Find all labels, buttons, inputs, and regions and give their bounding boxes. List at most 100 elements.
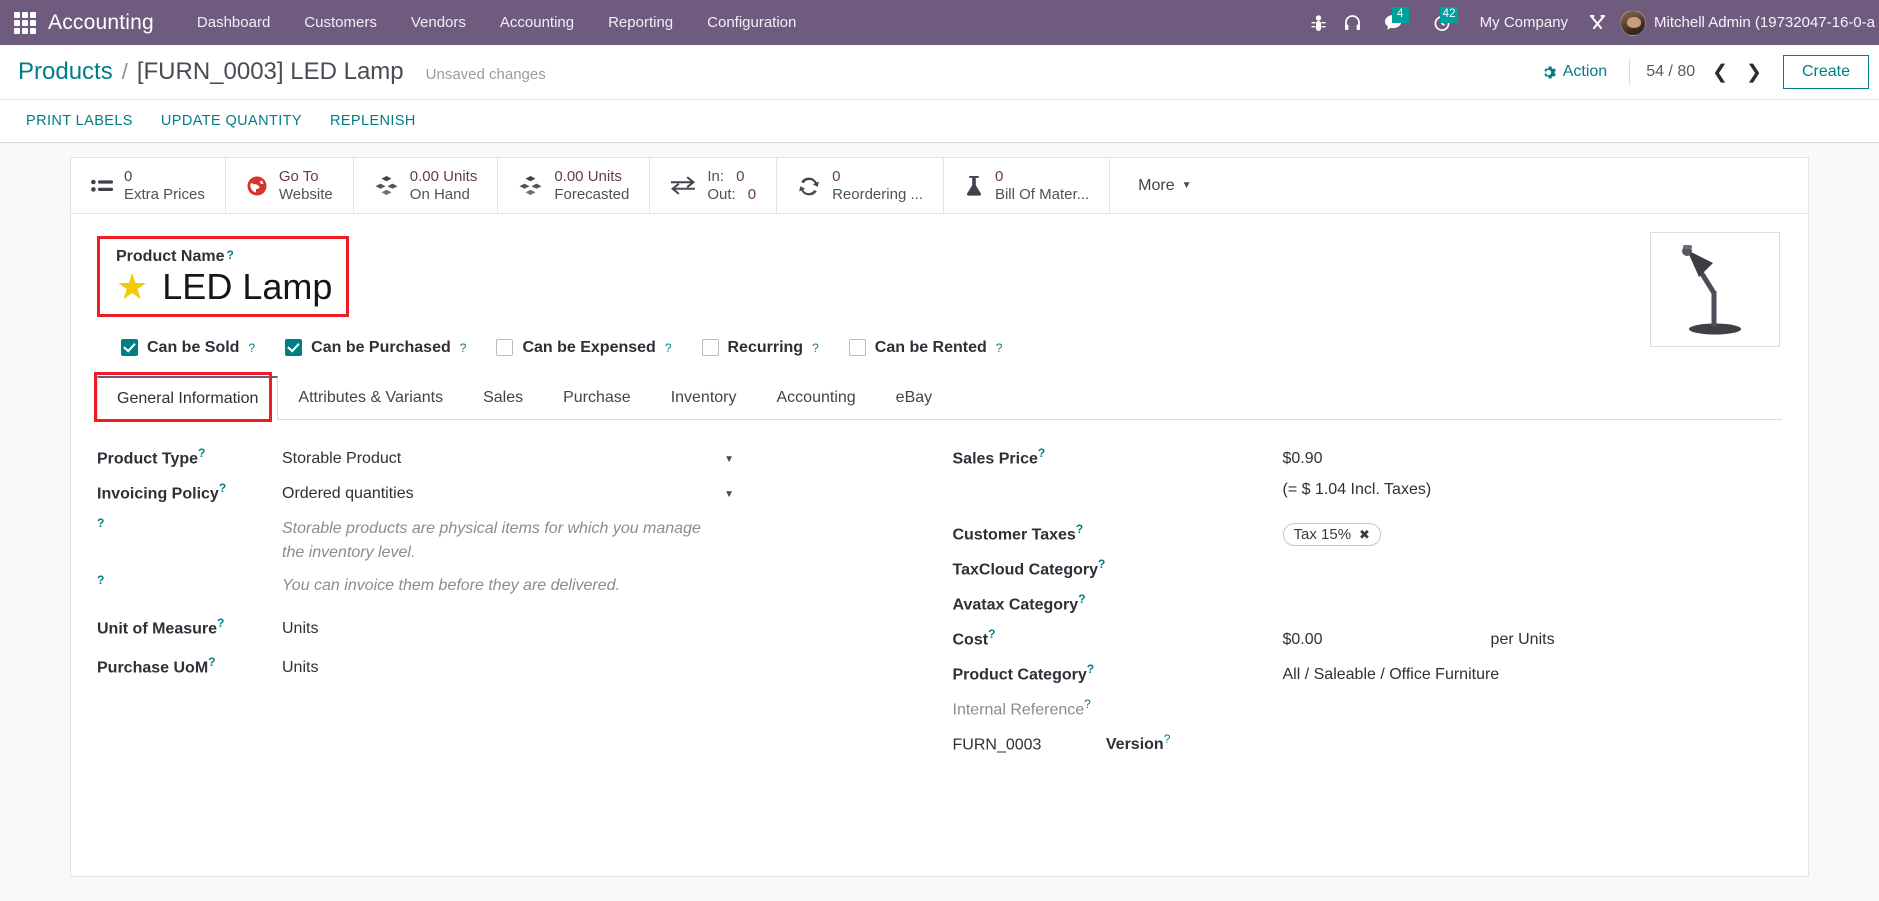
tab-inventory[interactable]: Inventory [651,376,757,420]
record-pager: 54 / 80 ❮ ❯ [1640,61,1769,84]
breadcrumb-root-link[interactable]: Products [18,58,113,86]
menu-dashboard[interactable]: Dashboard [180,2,287,43]
tab-sales[interactable]: Sales [463,376,543,420]
star-icon[interactable]: ★ [116,268,148,305]
cubes-icon [518,175,543,196]
tab-purchase[interactable]: Purchase [543,376,651,420]
help-icon[interactable]: ? [812,341,819,355]
checkbox-input[interactable] [121,339,138,357]
unit-of-measure-value[interactable]: Units [282,616,927,638]
checkbox-input[interactable] [285,339,303,357]
chevron-right-icon[interactable]: ❯ [1739,61,1769,84]
help-icon[interactable]: ? [460,341,467,355]
product-name-row: ★ LED Lamp [116,268,332,306]
stat-button-in-out[interactable]: In: 0 Out: 0 [650,158,778,213]
user-menu[interactable]: Mitchell Admin (19732047-16-0-a [1614,9,1875,36]
print-labels-button[interactable]: PRINT LABELS [26,107,147,135]
help-icon[interactable]: ? [996,341,1003,355]
menu-reporting[interactable]: Reporting [591,2,690,43]
help-icon[interactable]: ? [1164,732,1171,746]
menu-customers[interactable]: Customers [287,2,394,43]
stat-button-forecasted[interactable]: 0.00 Units Forecasted [498,158,651,213]
menu-vendors[interactable]: Vendors [394,2,483,43]
stat-button-on-hand[interactable]: 0.00 Units On Hand [354,158,499,213]
cost-value[interactable]: $0.00 [1283,631,1323,649]
list-icon [91,177,113,194]
notebook-tabs: General Information Attributes & Variant… [94,371,1782,422]
stat-label: On Hand [409,185,470,203]
help-icon[interactable]: ? [217,616,224,630]
stat-button-go-to-website[interactable]: Go To Website [226,158,354,213]
help-icon[interactable]: ? [198,446,205,460]
pager-value[interactable]: 54 / 80 [1640,63,1701,81]
help-icon[interactable]: ? [988,627,995,641]
caret-down-icon: ▼ [1181,180,1192,191]
stat-button-extra-prices[interactable]: 0 Extra Prices [71,158,226,213]
tab-ebay[interactable]: eBay [876,376,952,420]
menu-configuration[interactable]: Configuration [690,2,813,43]
app-brand-title[interactable]: Accounting [48,11,154,35]
activities-clock-icon[interactable]: 42 [1418,0,1466,45]
action-button[interactable]: Action [1529,57,1619,87]
remove-tag-icon[interactable]: ✖ [1359,527,1370,543]
invoicing-policy-select[interactable]: Ordered quantities ▼ [282,485,742,504]
taxcloud-category-value[interactable] [1283,570,1783,574]
help-icon[interactable]: ? [1087,662,1094,676]
checkbox-input[interactable] [848,339,866,357]
checkbox-can-be-rented[interactable]: Can be Rented ? [848,339,1003,357]
stat-button-bill-of-materials[interactable]: 0 Bill Of Mater... [944,158,1111,213]
internal-reference-value[interactable]: FURN_0003 [953,736,1042,753]
breadcrumb-separator: / [121,59,128,84]
help-icon[interactable]: ? [1084,697,1091,711]
help-icon[interactable]: ? [226,248,233,262]
field-unit-of-measure: Unit of Measure? Units [97,610,927,645]
help-icon[interactable]: ? [1098,557,1105,571]
help-icon[interactable]: ? [97,516,104,530]
purchase-uom-value[interactable]: Units [282,655,927,677]
tools-icon[interactable] [1580,0,1614,45]
company-switcher[interactable]: My Company [1466,14,1580,31]
help-icon[interactable]: ? [97,573,104,587]
help-icon[interactable]: ? [1078,592,1085,606]
avatax-category-value[interactable] [1283,605,1783,609]
checkbox-can-be-sold[interactable]: Can be Sold ? [121,339,255,357]
desk-lamp-image [1682,244,1741,334]
update-quantity-button[interactable]: UPDATE QUANTITY [147,107,316,135]
chevron-down-icon: ▼ [724,453,734,465]
field-label: Customer Taxes? [952,521,1084,544]
chevron-left-icon[interactable]: ❮ [1705,61,1735,84]
help-icon[interactable]: ? [219,481,226,495]
stat-button-reordering-rules[interactable]: 0 Reordering ... [777,158,944,213]
tab-general-information[interactable]: General Information [97,375,279,420]
help-icon[interactable]: ? [248,341,255,355]
stat-label: Forecasted [554,185,630,203]
product-image[interactable] [1650,232,1780,347]
checkbox-can-be-purchased[interactable]: Can be Purchased ? [285,339,466,357]
checkbox-recurring[interactable]: Recurring ? [701,339,819,357]
tax-tag[interactable]: Tax 15% ✖ [1282,523,1381,547]
replenish-button[interactable]: REPLENISH [316,107,430,135]
product-type-select[interactable]: Storable Product ▼ [282,450,742,469]
product-name-value[interactable]: LED Lamp [162,268,332,306]
checkbox-input[interactable] [496,339,514,357]
checkbox-can-be-expensed[interactable]: Can be Expensed ? [496,339,672,357]
bug-icon[interactable] [1302,0,1336,45]
tab-accounting[interactable]: Accounting [757,376,876,420]
messages-icon[interactable]: 4 [1370,0,1418,45]
apps-grid-icon[interactable] [14,11,36,34]
sales-price-value[interactable]: $0.90 [1283,446,1783,468]
globe-icon [246,175,268,197]
help-icon[interactable]: ? [1038,446,1045,460]
headphones-icon[interactable] [1336,0,1370,45]
help-icon[interactable]: ? [665,341,672,355]
help-icon[interactable]: ? [1076,522,1083,536]
product-category-value[interactable]: All / Saleable / Office Furniture [1283,662,1783,684]
tab-attributes-variants[interactable]: Attributes & Variants [278,376,463,420]
field-label: Purchase UoM? [97,655,216,677]
general-information-form: Product Type? Storable Product ▼ Invoici… [97,420,1782,761]
menu-accounting[interactable]: Accounting [483,2,591,43]
stat-more-dropdown[interactable]: More ▼ [1116,158,1213,213]
help-icon[interactable]: ? [208,655,215,669]
create-button[interactable]: Create [1782,55,1869,89]
checkbox-input[interactable] [701,339,719,357]
